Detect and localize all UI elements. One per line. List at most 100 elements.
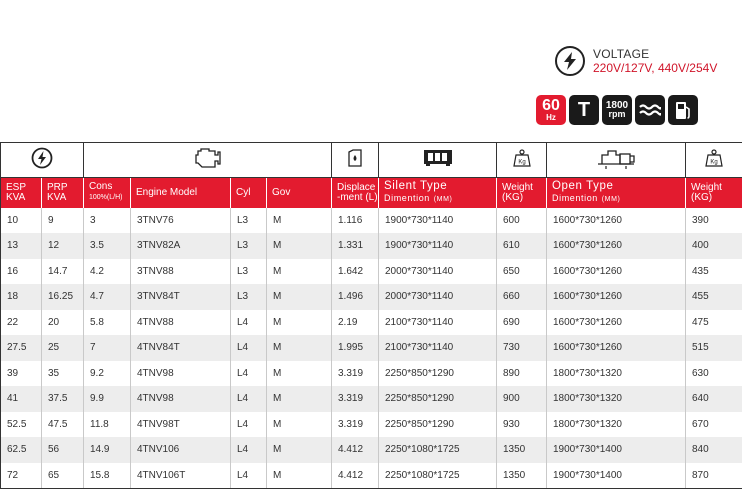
cell-silent-dimension: 2100*730*1140 — [379, 335, 497, 361]
cell-silent-dimension: 2250*1080*1725 — [379, 463, 497, 489]
cell-displacement: 3.319 — [332, 386, 379, 412]
cell-cons: 5.8 — [84, 310, 131, 336]
voltage-title: VOLTAGE — [593, 47, 717, 61]
table-row: 27.52574TNV84TL4M1.9952100*730*114073016… — [1, 335, 742, 361]
table-row: 22205.84TNV88L4M2.192100*730*11406901600… — [1, 310, 742, 336]
cell-cyl: L3 — [231, 233, 267, 259]
cell-esp: 16 — [1, 259, 42, 285]
cell-cons: 3 — [84, 208, 131, 234]
cell-weight-silent: 900 — [497, 386, 547, 412]
table-row: 13123.53TNV82AL3M1.3311900*730*114061016… — [1, 233, 742, 259]
cell-weight-silent: 610 — [497, 233, 547, 259]
cell-gov: M — [267, 233, 332, 259]
cell-open-dimension: 1600*730*1260 — [547, 208, 686, 234]
header-row: ESPKVA PRPKVA Cons100%(L/H) Engine Model… — [1, 178, 742, 208]
table-row: 4137.59.94TNV98L4M3.3192250*850*12909001… — [1, 386, 742, 412]
table-row: 52.547.511.84TNV98TL4M3.3192250*850*1290… — [1, 412, 742, 438]
cell-open-dimension: 1600*730*1260 — [547, 335, 686, 361]
cell-engine-model: 4TNV106 — [131, 437, 231, 463]
cell-weight-open: 840 — [686, 437, 742, 463]
cell-gov: M — [267, 437, 332, 463]
cell-engine-model: 4TNV88 — [131, 310, 231, 336]
cell-displacement: 3.319 — [332, 412, 379, 438]
cell-weight-silent: 690 — [497, 310, 547, 336]
open-generator-icon — [594, 146, 638, 170]
cell-cons: 9.2 — [84, 361, 131, 387]
table-row: 62.55614.94TNV106L4M4.4122250*1080*17251… — [1, 437, 742, 463]
water-cooled-icon — [635, 95, 665, 125]
cell-cyl: L4 — [231, 463, 267, 489]
cell-silent-dimension: 2100*730*1140 — [379, 310, 497, 336]
cell-gov: M — [267, 310, 332, 336]
cell-weight-open: 515 — [686, 335, 742, 361]
cell-gov: M — [267, 463, 332, 489]
power-icon-cell — [1, 143, 84, 178]
lightning-icon — [555, 46, 585, 76]
cell-cyl: L4 — [231, 310, 267, 336]
cell-cons: 9.9 — [84, 386, 131, 412]
cell-cyl: L3 — [231, 284, 267, 310]
cell-prp: 20 — [42, 310, 84, 336]
voltage-values: 220V/127V, 440V/254V — [593, 61, 717, 75]
cell-displacement: 2.19 — [332, 310, 379, 336]
cell-esp: 27.5 — [1, 335, 42, 361]
cell-weight-silent: 730 — [497, 335, 547, 361]
table-row: 39359.24TNV98L4M3.3192250*850*1290890180… — [1, 361, 742, 387]
cell-prp: 9 — [42, 208, 84, 234]
cell-silent-dimension: 2250*850*1290 — [379, 361, 497, 387]
cell-prp: 37.5 — [42, 386, 84, 412]
cell-engine-model: 4TNV98T — [131, 412, 231, 438]
cell-open-dimension: 1900*730*1400 — [547, 463, 686, 489]
cell-cons: 4.7 — [84, 284, 131, 310]
cell-weight-open: 670 — [686, 412, 742, 438]
cell-weight-silent: 660 — [497, 284, 547, 310]
cell-open-dimension: 1600*730*1260 — [547, 310, 686, 336]
cell-cons: 15.8 — [84, 463, 131, 489]
cell-cons: 4.2 — [84, 259, 131, 285]
header-silent-type: Silent TypeDimention (MM) — [379, 178, 497, 208]
cell-prp: 47.5 — [42, 412, 84, 438]
cell-esp: 10 — [1, 208, 42, 234]
cell-cyl: L4 — [231, 361, 267, 387]
cell-engine-model: 3TNV84T — [131, 284, 231, 310]
header-esp: ESPKVA — [1, 178, 42, 208]
cell-weight-silent: 1350 — [497, 437, 547, 463]
cell-weight-open: 435 — [686, 259, 742, 285]
header-weight-open: Weight(KG) — [686, 178, 742, 208]
cell-weight-silent: 600 — [497, 208, 547, 234]
cell-cyl: L4 — [231, 386, 267, 412]
cell-weight-silent: 650 — [497, 259, 547, 285]
cell-displacement: 4.412 — [332, 463, 379, 489]
cell-gov: M — [267, 259, 332, 285]
lightning-icon — [31, 147, 53, 169]
header-open-type: Open TypeDimention (MM) — [547, 178, 686, 208]
cell-prp: 35 — [42, 361, 84, 387]
hz-number: 60 — [542, 99, 560, 113]
cell-prp: 14.7 — [42, 259, 84, 285]
cell-displacement: 1.116 — [332, 208, 379, 234]
cell-cyl: L4 — [231, 437, 267, 463]
cell-esp: 18 — [1, 284, 42, 310]
cell-gov: M — [267, 208, 332, 234]
cell-open-dimension: 1800*730*1320 — [547, 412, 686, 438]
header-engine-model: Engine Model — [131, 178, 231, 208]
weight-icon-label: Kg — [710, 159, 717, 165]
table-row: 10933TNV76L3M1.1161900*730*11406001600*7… — [1, 208, 742, 234]
cell-weight-open: 390 — [686, 208, 742, 234]
open-generator-icon-cell — [547, 143, 686, 178]
cell-prp: 56 — [42, 437, 84, 463]
cell-engine-model: 4TNV98 — [131, 386, 231, 412]
cell-open-dimension: 1800*730*1320 — [547, 361, 686, 387]
cell-cons: 7 — [84, 335, 131, 361]
cell-esp: 22 — [1, 310, 42, 336]
cell-weight-open: 455 — [686, 284, 742, 310]
cell-cyl: L3 — [231, 259, 267, 285]
cell-engine-model: 4TNV84T — [131, 335, 231, 361]
header-prp: PRPKVA — [42, 178, 84, 208]
cell-cons: 11.8 — [84, 412, 131, 438]
hz-unit: Hz — [546, 113, 556, 122]
cell-esp: 52.5 — [1, 412, 42, 438]
voltage-block: VOLTAGE 220V/127V, 440V/254V — [555, 44, 717, 78]
cell-esp: 13 — [1, 233, 42, 259]
table-row: 1614.74.23TNV88L3M1.6422000*730*11406501… — [1, 259, 742, 285]
